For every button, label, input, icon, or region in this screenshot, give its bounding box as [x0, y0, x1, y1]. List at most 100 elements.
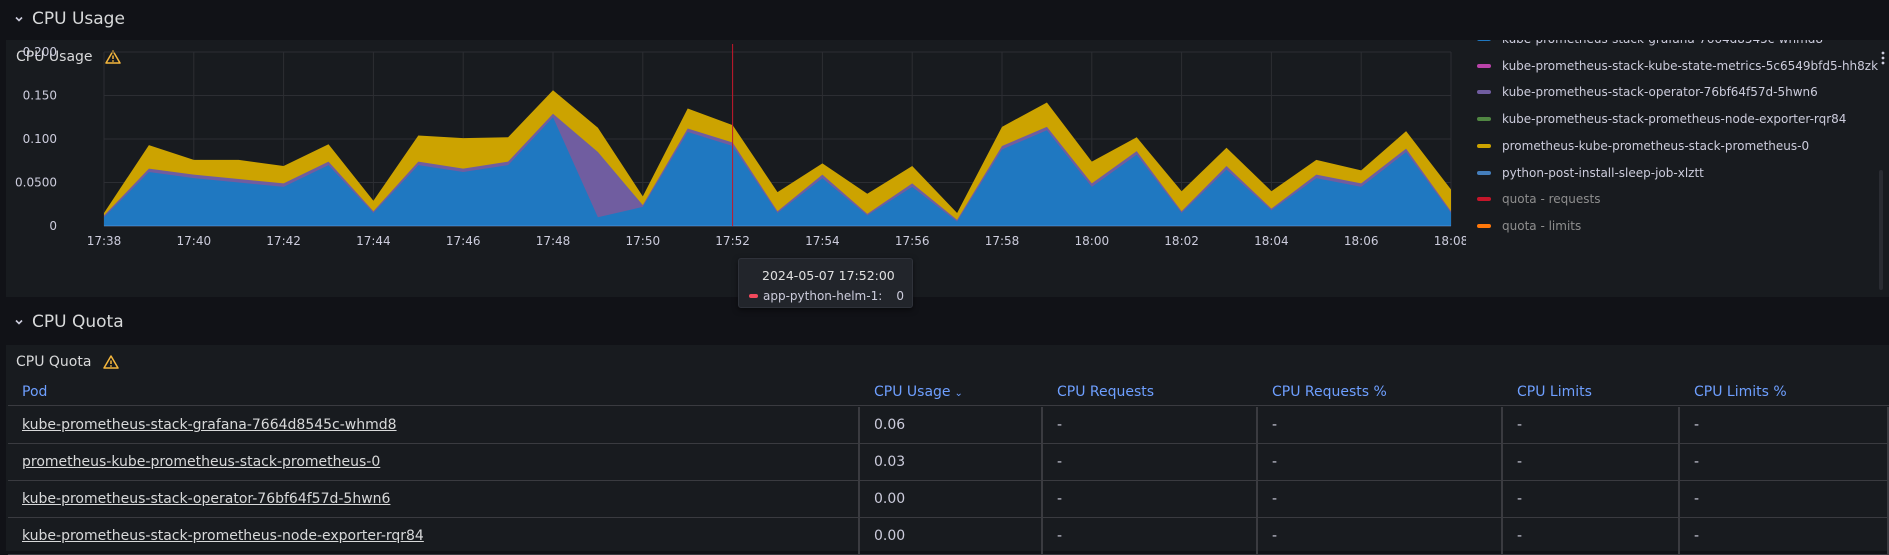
x-tick-label: 18:08 [1434, 234, 1466, 248]
legend-label: prometheus-kube-prometheus-stack-prometh… [1502, 138, 1810, 153]
cpu-requests-pct-cell: - [1258, 481, 1503, 517]
legend-swatch [1477, 197, 1491, 202]
cpu-usage-cell: 0.03 [860, 444, 1043, 480]
table-row: prometheus-kube-prometheus-stack-prometh… [8, 444, 1889, 481]
table-row: kube-prometheus-stack-prometheus-node-ex… [8, 518, 1889, 555]
x-tick-label: 17:58 [985, 234, 1020, 248]
legend-item[interactable]: kube-prometheus-stack-kube-state-metrics… [1477, 53, 1879, 79]
legend-label: quota - requests [1502, 192, 1601, 207]
pod-link[interactable]: kube-prometheus-stack-operator-76bf64f57… [8, 481, 860, 517]
x-tick-label: 17:56 [895, 234, 930, 248]
pod-link[interactable]: kube-prometheus-stack-grafana-7664d8545c… [8, 407, 860, 443]
row-header-cpu-usage[interactable]: CPU Usage [0, 0, 125, 38]
x-tick-label: 18:00 [1075, 234, 1110, 248]
cpu-requests-pct-cell: - [1258, 444, 1503, 480]
legend-label: quota - limits [1502, 218, 1582, 233]
cpu-requests-cell: - [1043, 407, 1258, 443]
x-tick-label: 17:40 [177, 234, 212, 248]
x-tick-label: 17:44 [356, 234, 391, 248]
x-tick-label: 17:50 [626, 234, 661, 248]
cpu-requests-cell: - [1043, 518, 1258, 554]
pod-link[interactable]: prometheus-kube-prometheus-stack-prometh… [8, 444, 860, 480]
row-title: CPU Usage [32, 9, 125, 29]
column-header-cpu-requests-pct[interactable]: CPU Requests % [1258, 380, 1503, 405]
row-title: CPU Quota [32, 312, 124, 332]
legend-item[interactable]: quota - limits [1477, 213, 1877, 239]
legend-swatch [1477, 40, 1491, 41]
x-tick-label: 18:06 [1344, 234, 1379, 248]
x-tick-label: 17:46 [446, 234, 481, 248]
cpu-usage-cell: 0.06 [860, 407, 1043, 443]
chart-series [104, 90, 1451, 227]
column-header-cpu-usage[interactable]: CPU Usage ⌄ [860, 380, 1043, 405]
chart-legend: kube-prometheus-stack-grafana-7664d8545c… [1471, 40, 1883, 290]
cpu-limits-cell: - [1503, 444, 1680, 480]
cpu-limits-pct-cell: - [1680, 518, 1889, 554]
legend-scrollbar[interactable] [1879, 170, 1883, 290]
legend-swatch [1477, 63, 1491, 68]
panel-header: CPU Quota [6, 345, 1889, 379]
legend-label: kube-prometheus-stack-operator-76bf64f57… [1502, 85, 1818, 100]
cpu-usage-cell: 0.00 [860, 481, 1043, 517]
tooltip-series-row: app-python-helm-1: 0 [749, 289, 909, 303]
cpu-limits-cell: - [1503, 481, 1680, 517]
cpu-limits-pct-cell: - [1680, 444, 1889, 480]
chevron-down-icon [15, 16, 23, 22]
cpu-usage-cell: 0.00 [860, 518, 1043, 554]
legend-item[interactable]: kube-prometheus-stack-operator-76bf64f57… [1477, 79, 1877, 105]
legend-swatch [1477, 117, 1491, 122]
column-header-pod[interactable]: Pod [8, 380, 860, 405]
x-tick-label: 17:54 [805, 234, 840, 248]
table-row: kube-prometheus-stack-grafana-7664d8545c… [8, 407, 1889, 444]
legend-swatch [1477, 90, 1491, 95]
chevron-down-icon [15, 319, 23, 325]
legend-label: kube-prometheus-stack-kube-state-metrics… [1502, 58, 1879, 73]
legend-label: kube-prometheus-stack-grafana-7664d8545c… [1502, 40, 1823, 46]
x-tick-label: 18:02 [1164, 234, 1199, 248]
legend-item[interactable]: quota - requests [1477, 186, 1877, 212]
column-header-cpu-limits[interactable]: CPU Limits [1503, 380, 1680, 405]
cpu-requests-cell: - [1043, 481, 1258, 517]
x-tick-label: 17:42 [266, 234, 301, 248]
pod-link[interactable]: kube-prometheus-stack-prometheus-node-ex… [8, 518, 860, 554]
tooltip-series-value: 0 [896, 289, 904, 303]
cpu-usage-chart[interactable]: 00.05000.1000.1500.200 17:38 17:40 17:42 17… [0, 40, 1466, 296]
legend-item[interactable]: python-post-install-sleep-job-xlztt [1477, 160, 1877, 186]
column-header-cpu-limits-pct[interactable]: CPU Limits % [1680, 380, 1889, 405]
x-tick-label: 17:48 [536, 234, 571, 248]
chevron-down-icon: ⌄ [954, 388, 963, 399]
y-tick-label: 0.200 [23, 45, 57, 59]
x-tick-label: 17:52 [715, 234, 750, 248]
x-axis-ticks: 17:38 17:40 17:42 17:44 17:46 17:48 17:50 17:52… [87, 234, 1466, 248]
cpu-limits-pct-cell: - [1680, 407, 1889, 443]
legend-swatch [1477, 170, 1491, 175]
x-tick-label: 18:04 [1254, 234, 1289, 248]
y-tick-label: 0.0500 [15, 176, 57, 190]
cpu-requests-pct-cell: - [1258, 518, 1503, 554]
cpu-limits-pct-cell: - [1680, 481, 1889, 517]
y-axis-ticks: 0 0.0500 0.100 0.150 0.200 [15, 45, 57, 233]
legend-label: kube-prometheus-stack-prometheus-node-ex… [1502, 112, 1847, 127]
tooltip-series-name: app-python-helm-1: [763, 289, 883, 303]
panel-title[interactable]: CPU Quota [16, 354, 91, 370]
chart-tooltip: 2024-05-07 17:52:00 app-python-helm-1: 0 [738, 258, 913, 308]
legend-item[interactable]: prometheus-kube-prometheus-stack-prometh… [1477, 133, 1877, 159]
cpu-requests-pct-cell: - [1258, 407, 1503, 443]
column-header-cpu-requests[interactable]: CPU Requests [1043, 380, 1258, 405]
cpu-requests-cell: - [1043, 444, 1258, 480]
y-tick-label: 0 [49, 219, 57, 233]
legend-swatch [1477, 223, 1491, 228]
table-header: Pod CPU Usage ⌄ CPU Requests CPU Requests… [8, 380, 1889, 406]
y-tick-label: 0.150 [23, 89, 57, 103]
legend-swatch [1477, 143, 1491, 148]
table-row: kube-prometheus-stack-operator-76bf64f57… [8, 481, 1889, 518]
legend-item[interactable]: kube-prometheus-stack-grafana-7664d8545c… [1477, 40, 1877, 52]
tooltip-series-swatch [749, 294, 758, 298]
legend-item[interactable]: kube-prometheus-stack-prometheus-node-ex… [1477, 106, 1877, 132]
legend-label: python-post-install-sleep-job-xlztt [1502, 165, 1704, 180]
y-tick-label: 0.100 [23, 132, 57, 146]
warning-triangle-icon[interactable] [103, 354, 120, 370]
row-header-cpu-quota[interactable]: CPU Quota [0, 303, 124, 341]
tooltip-time: 2024-05-07 17:52:00 [762, 268, 895, 283]
cpu-limits-cell: - [1503, 407, 1680, 443]
